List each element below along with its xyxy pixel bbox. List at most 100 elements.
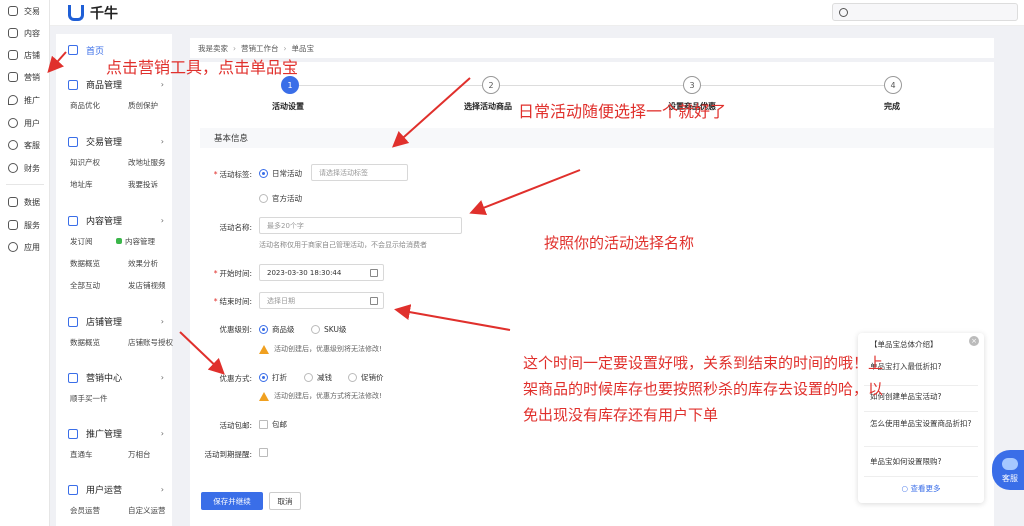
promotion-icon bbox=[68, 428, 78, 439]
help-divider bbox=[864, 476, 978, 477]
radio-checked-icon bbox=[259, 325, 268, 334]
help-link[interactable]: 如何创建单品宝活动? bbox=[870, 391, 974, 402]
breadcrumb: 我是卖家 › 营销工作台 › 单品宝 bbox=[190, 38, 994, 58]
menu-sub-item[interactable]: 质创保护 bbox=[128, 100, 158, 111]
order-icon bbox=[8, 6, 18, 16]
brand-name: 千牛 bbox=[90, 6, 118, 22]
calendar-icon bbox=[370, 297, 378, 305]
rail-item-promotion[interactable]: 推广 bbox=[0, 91, 50, 109]
cancel-button[interactable]: 取消 bbox=[269, 492, 301, 510]
menu-sub-item[interactable]: 直通车 bbox=[70, 449, 93, 460]
menu-sub-item[interactable]: 我要投诉 bbox=[128, 179, 158, 190]
menu-sub-item[interactable]: 知识产权 bbox=[70, 157, 100, 168]
chevron-right-icon: › bbox=[160, 80, 164, 89]
start-time-input[interactable]: 2023-03-30 18:30:44 bbox=[259, 264, 384, 281]
annotation-time-line3: 免出现没有库存还有用户下单 bbox=[523, 406, 719, 424]
headset-icon bbox=[8, 140, 18, 150]
name-label: 活动名称: bbox=[219, 223, 252, 232]
menu-sub-item[interactable]: 数据概览 bbox=[70, 337, 100, 348]
step-label: 完成 bbox=[884, 102, 900, 111]
tag-radio-daily[interactable]: 日常活动 bbox=[259, 168, 302, 179]
mode-radio-promo-price[interactable]: 促销价 bbox=[348, 372, 384, 383]
menu-sub-item[interactable]: 万相台 bbox=[128, 449, 151, 460]
rail-item-services[interactable]: 服务 bbox=[0, 216, 50, 234]
step-3: 3 bbox=[683, 76, 701, 94]
chevron-right-icon: › bbox=[160, 485, 164, 494]
rail-item-content[interactable]: 内容 bbox=[0, 24, 50, 42]
warning-icon bbox=[259, 391, 269, 401]
help-title: 【单品宝总体介绍】 bbox=[870, 340, 938, 349]
end-time-input[interactable]: 选择日期 bbox=[259, 292, 384, 309]
search-icon bbox=[839, 7, 848, 17]
help-divider bbox=[864, 411, 978, 412]
mode-warning: 活动创建后，优惠方式将无法修改! bbox=[259, 391, 382, 401]
rail-item-trade[interactable]: 交易 bbox=[0, 2, 50, 20]
name-hint: 活动名称仅用于商家自己管理活动，不会显示给消费者 bbox=[259, 241, 427, 249]
menu-group-users[interactable]: 用户运营 › bbox=[68, 483, 164, 496]
menu-sub-item[interactable]: 地址库 bbox=[70, 179, 93, 190]
brand-logo[interactable]: 千牛 bbox=[68, 3, 118, 23]
rail-item-apps[interactable]: 应用 bbox=[0, 238, 50, 256]
menu-sub-item[interactable]: 商品优化 bbox=[70, 100, 100, 111]
chart-icon bbox=[8, 197, 18, 207]
expiry-reminder-checkbox[interactable] bbox=[259, 448, 272, 457]
menu-group-trade[interactable]: 交易管理 › bbox=[68, 135, 164, 148]
breadcrumb-item[interactable]: 营销工作台 bbox=[241, 43, 279, 54]
breadcrumb-item: 单品宝 bbox=[291, 43, 315, 53]
step-connector bbox=[701, 85, 884, 86]
menu-group-promotion[interactable]: 推广管理 › bbox=[68, 427, 164, 440]
menu-group-marketing[interactable]: 营销中心 › bbox=[68, 371, 164, 384]
menu-sub-item[interactable]: 内容管理 bbox=[116, 236, 155, 247]
radio-unchecked-icon bbox=[304, 373, 313, 382]
rail-item-marketing[interactable]: 营销 bbox=[0, 68, 50, 86]
secondary-menu: 首页 商品管理 › 商品优化 质创保护 交易管理 › 知识产权 改地址服务 地址库 … bbox=[56, 34, 173, 526]
trade-icon bbox=[68, 136, 78, 147]
activity-name-input[interactable]: 最多20个字 bbox=[259, 217, 462, 234]
search-input[interactable] bbox=[832, 3, 1018, 21]
close-icon[interactable]: × bbox=[969, 336, 979, 346]
qianniu-logo-icon bbox=[68, 5, 84, 21]
rail-item-service[interactable]: 客服 bbox=[0, 136, 50, 154]
rail-item-user[interactable]: 用户 bbox=[0, 114, 50, 132]
menu-sub-item[interactable]: 自定义运营 bbox=[128, 505, 166, 516]
menu-sub-item[interactable]: 全部互动 bbox=[70, 280, 100, 291]
step-label: 选择活动商品 bbox=[464, 102, 512, 111]
menu-sub-item[interactable]: 改地址服务 bbox=[128, 157, 166, 168]
mode-radio-discount[interactable]: 打折 bbox=[259, 372, 287, 383]
annotation-marketing: 点击营销工具，点击单品宝 bbox=[106, 58, 299, 77]
customer-service-button[interactable]: 客服 bbox=[992, 450, 1024, 490]
section-basic-info: 基本信息 bbox=[200, 128, 994, 148]
help-link[interactable]: 单品宝如何设置限购? bbox=[870, 456, 974, 467]
menu-sub-item[interactable]: 发订阅 bbox=[70, 236, 93, 247]
radio-unchecked-icon bbox=[259, 194, 268, 203]
menu-sub-item[interactable]: 会员运营 bbox=[70, 505, 100, 516]
help-more-link[interactable]: ○ 查看更多 bbox=[858, 483, 984, 494]
breadcrumb-item[interactable]: 我是卖家 bbox=[198, 43, 228, 54]
menu-group-content[interactable]: 内容管理 › bbox=[68, 214, 164, 227]
menu-group-shop[interactable]: 店铺管理 › bbox=[68, 315, 164, 328]
level-radio-goods[interactable]: 商品级 bbox=[259, 324, 295, 335]
menu-sub-item[interactable]: 效果分析 bbox=[128, 258, 158, 269]
rail-item-shop[interactable]: 店铺 bbox=[0, 46, 50, 64]
save-continue-button[interactable]: 保存并继续 bbox=[201, 492, 263, 510]
checkbox-icon bbox=[259, 448, 268, 457]
help-link[interactable]: 单品宝打入最低折扣? bbox=[870, 361, 974, 372]
menu-sub-item[interactable]: 店铺账号授权 bbox=[128, 337, 173, 348]
rail-item-data[interactable]: 数据 bbox=[0, 193, 50, 211]
content-icon bbox=[8, 28, 18, 38]
tag-select[interactable]: 请选择活动标签 bbox=[311, 164, 408, 181]
menu-sub-item[interactable]: 发店铺视频 bbox=[128, 280, 166, 291]
rail-item-finance[interactable]: 财务 bbox=[0, 159, 50, 177]
menu-sub-item[interactable]: 顺手买一件 bbox=[70, 393, 108, 404]
tag-radio-official[interactable]: 官方活动 bbox=[259, 193, 302, 204]
level-radio-sku[interactable]: SKU级 bbox=[311, 324, 346, 335]
help-link[interactable]: 怎么使用单品宝设置商品折扣? bbox=[870, 418, 974, 429]
radio-unchecked-icon bbox=[348, 373, 357, 382]
robot-icon bbox=[1002, 458, 1018, 470]
menu-sub-item[interactable]: 数据概览 bbox=[70, 258, 100, 269]
annotation-time-line2: 架商品的时候库存也要按照秒杀的库存去设置的哈，以 bbox=[523, 380, 884, 398]
menu-group-goods[interactable]: 商品管理 › bbox=[68, 78, 164, 91]
tag-label: * 活动标签: bbox=[213, 170, 252, 179]
mode-radio-minus[interactable]: 减钱 bbox=[304, 372, 332, 383]
free-shipping-checkbox[interactable]: 包邮 bbox=[259, 419, 287, 430]
